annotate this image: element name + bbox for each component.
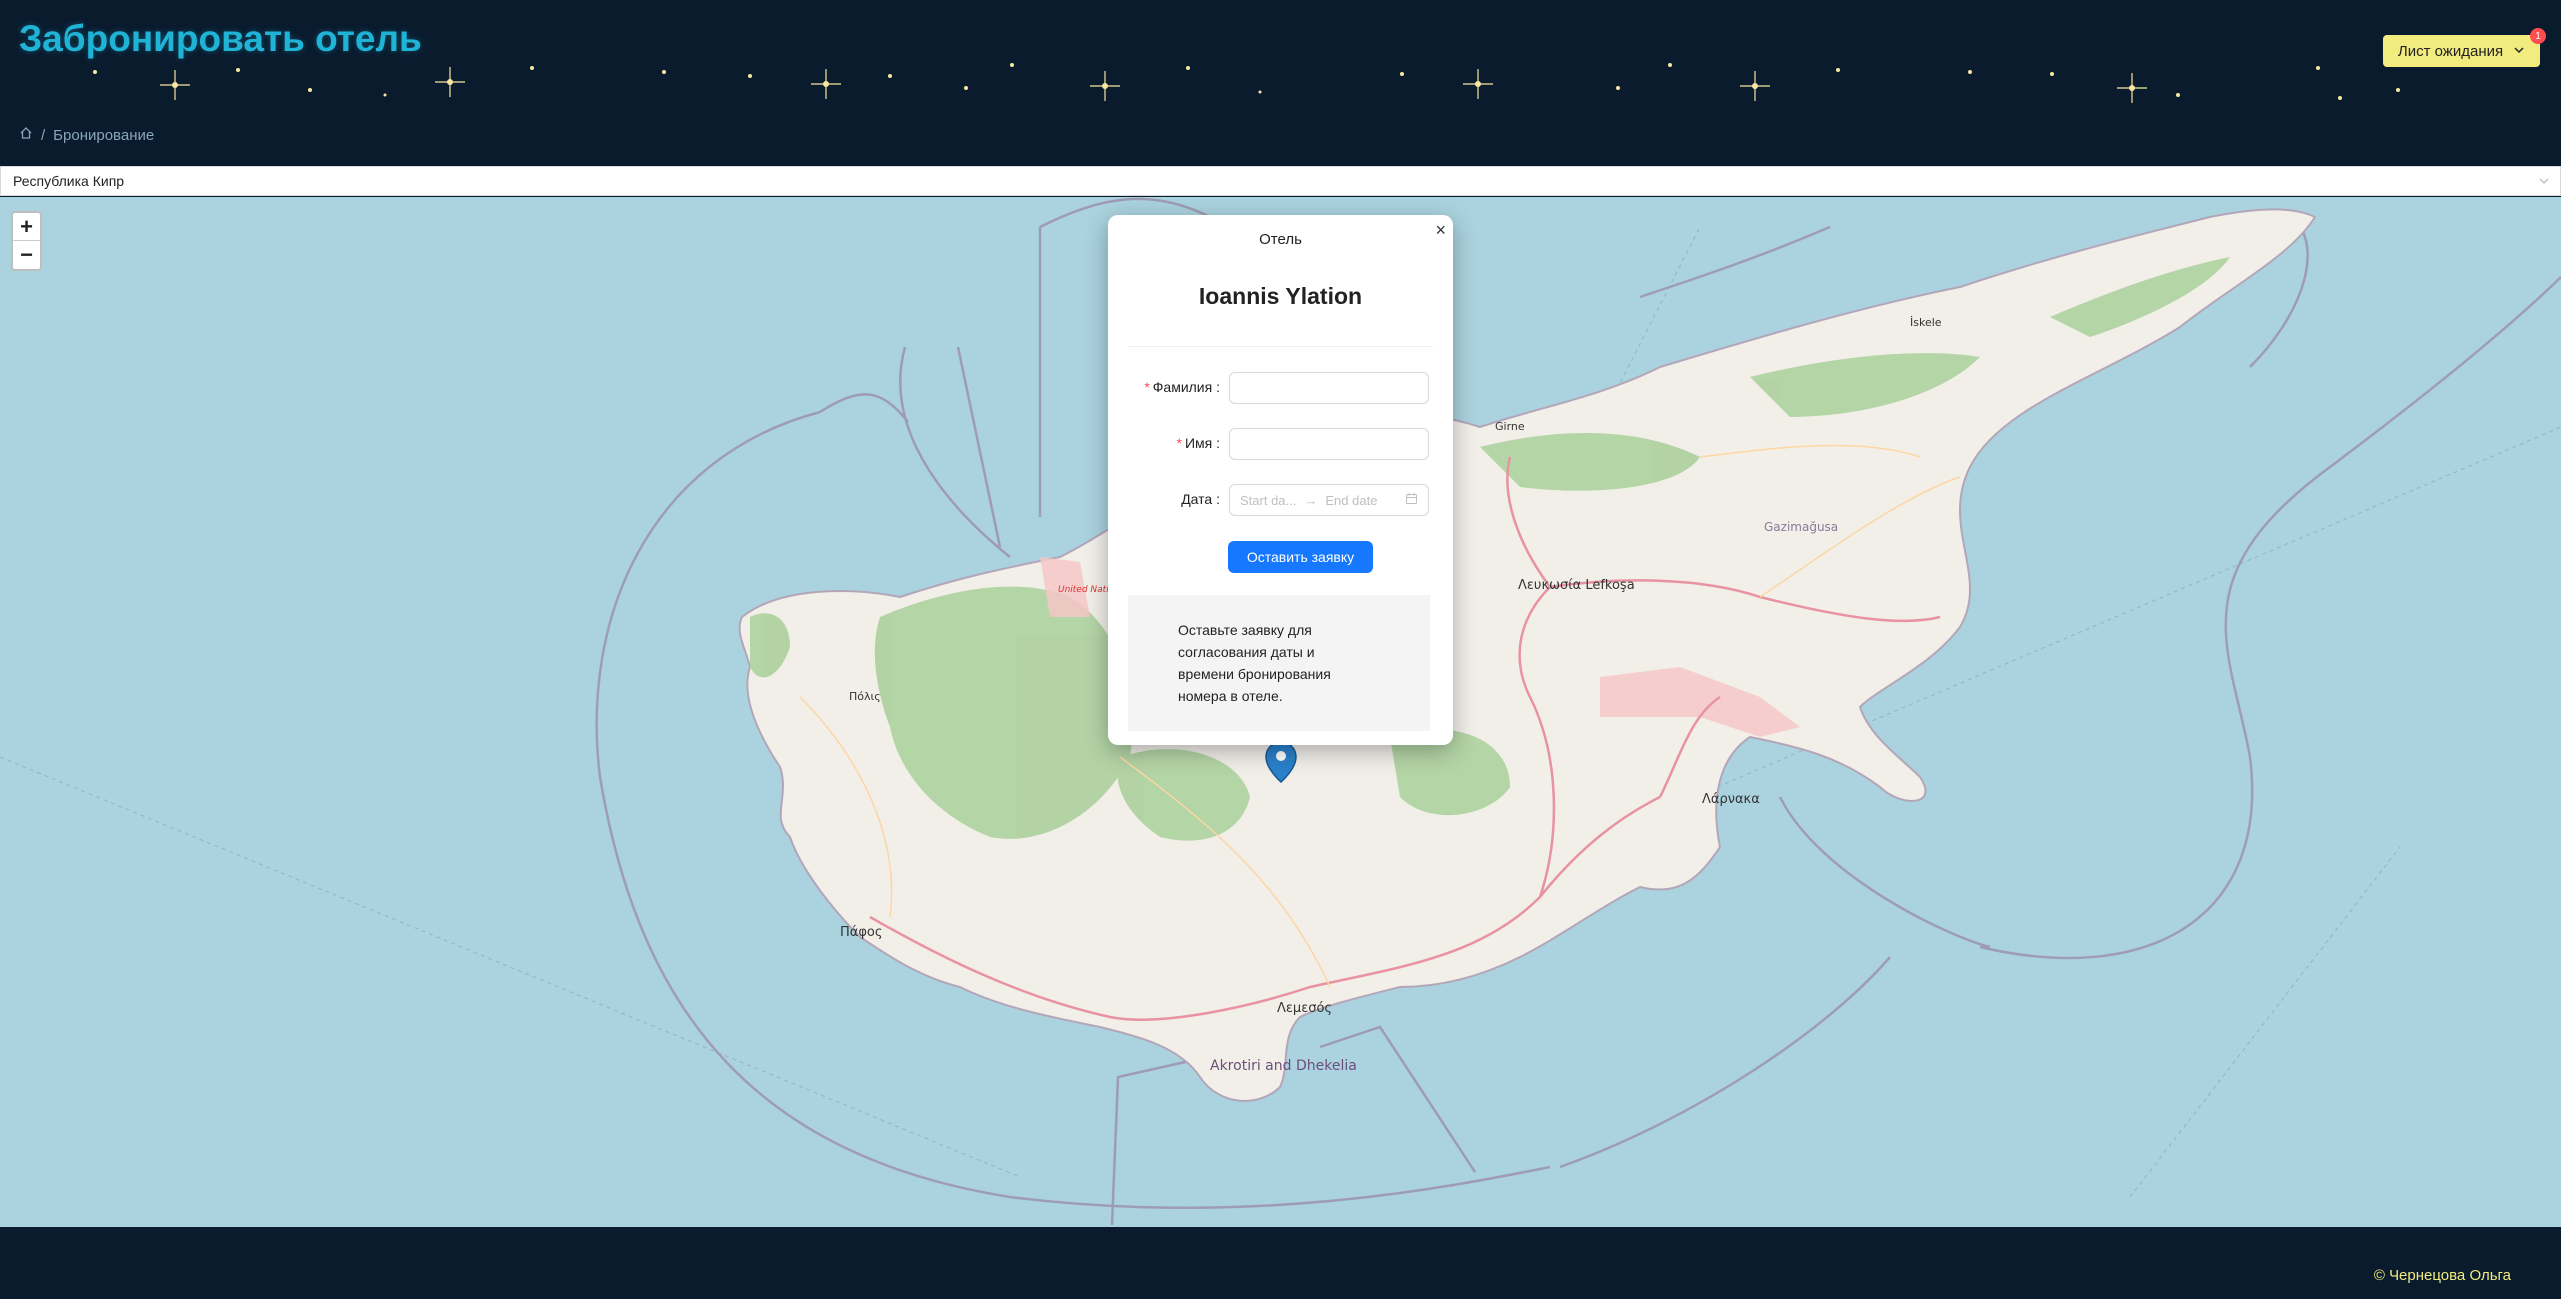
header: Забронировать отель Лист ожидания 1 / Бр… xyxy=(0,0,2561,166)
surname-row: * Фамилия : xyxy=(1108,372,1453,404)
page-title: Забронировать отель xyxy=(19,18,422,59)
zoom-out-button[interactable]: − xyxy=(13,241,40,269)
name-row: * Имя : xyxy=(1108,428,1453,460)
chevron-down-icon xyxy=(2538,174,2550,190)
map-label-pafos: Πάφος xyxy=(840,925,883,940)
footer: © Чернецова Ольга xyxy=(0,1227,2561,1299)
breadcrumb-separator: / xyxy=(41,126,46,144)
map-label-girne: Girne xyxy=(1495,420,1525,433)
map-label-lefkosa: Λευκωσία Lefkoşa xyxy=(1518,578,1635,593)
surname-label: * Фамилия : xyxy=(1144,379,1220,395)
copyright-text: © Чернецова Ольга xyxy=(2373,1267,2511,1284)
date-label: Дата : xyxy=(1181,491,1220,507)
arrow-right-icon: → xyxy=(1304,492,1318,508)
waitlist-button[interactable]: Лист ожидания 1 xyxy=(2383,28,2546,67)
map-label-polis: Πόλις xyxy=(849,690,881,703)
end-date-placeholder[interactable]: End date xyxy=(1325,493,1377,508)
submit-request-button[interactable]: Оставить заявку xyxy=(1228,541,1373,573)
map-label-lemesos: Λεμεσός xyxy=(1277,1001,1332,1016)
surname-input[interactable] xyxy=(1229,372,1429,404)
name-input[interactable] xyxy=(1229,428,1429,460)
divider xyxy=(1128,346,1433,347)
zoom-control: + − xyxy=(11,211,42,271)
waitlist-label: Лист ожидания xyxy=(2397,42,2504,60)
map-label-gazimagusa: Gazimağusa xyxy=(1764,520,1838,534)
waitlist-count-badge: 1 xyxy=(2530,28,2546,44)
map-label-larnaka: Λάρνακα xyxy=(1702,792,1760,807)
start-date-placeholder[interactable]: Start da... xyxy=(1240,493,1296,508)
info-note: Оставьте заявку для согласования даты и … xyxy=(1128,595,1430,731)
zoom-in-button[interactable]: + xyxy=(13,213,40,241)
date-row: Дата : Start da... → End date xyxy=(1108,484,1453,516)
info-note-text: Оставьте заявку для согласования даты и … xyxy=(1178,622,1331,704)
breadcrumb: / Бронирование xyxy=(19,126,154,144)
popup-title: Отель xyxy=(1259,231,1302,248)
map-label-iskele: İskele xyxy=(1910,316,1942,329)
name-label: * Имя : xyxy=(1176,435,1220,451)
country-select[interactable]: Республика Кипр xyxy=(0,166,2561,196)
hotel-booking-popup: × Отель Ioannis Ylation * Фамилия : * Имя … xyxy=(1108,215,1453,745)
calendar-icon xyxy=(1405,492,1418,508)
country-select-value: Республика Кипр xyxy=(13,173,125,189)
breadcrumb-current: Бронирование xyxy=(53,126,155,144)
home-icon[interactable] xyxy=(19,126,33,144)
chevron-down-icon xyxy=(2513,43,2525,60)
hotel-name: Ioannis Ylation xyxy=(1198,283,1363,309)
date-range-picker[interactable]: Start da... → End date xyxy=(1229,484,1429,516)
map-label-akrotiri: Akrotiri and Dhekelia xyxy=(1210,1058,1357,1074)
